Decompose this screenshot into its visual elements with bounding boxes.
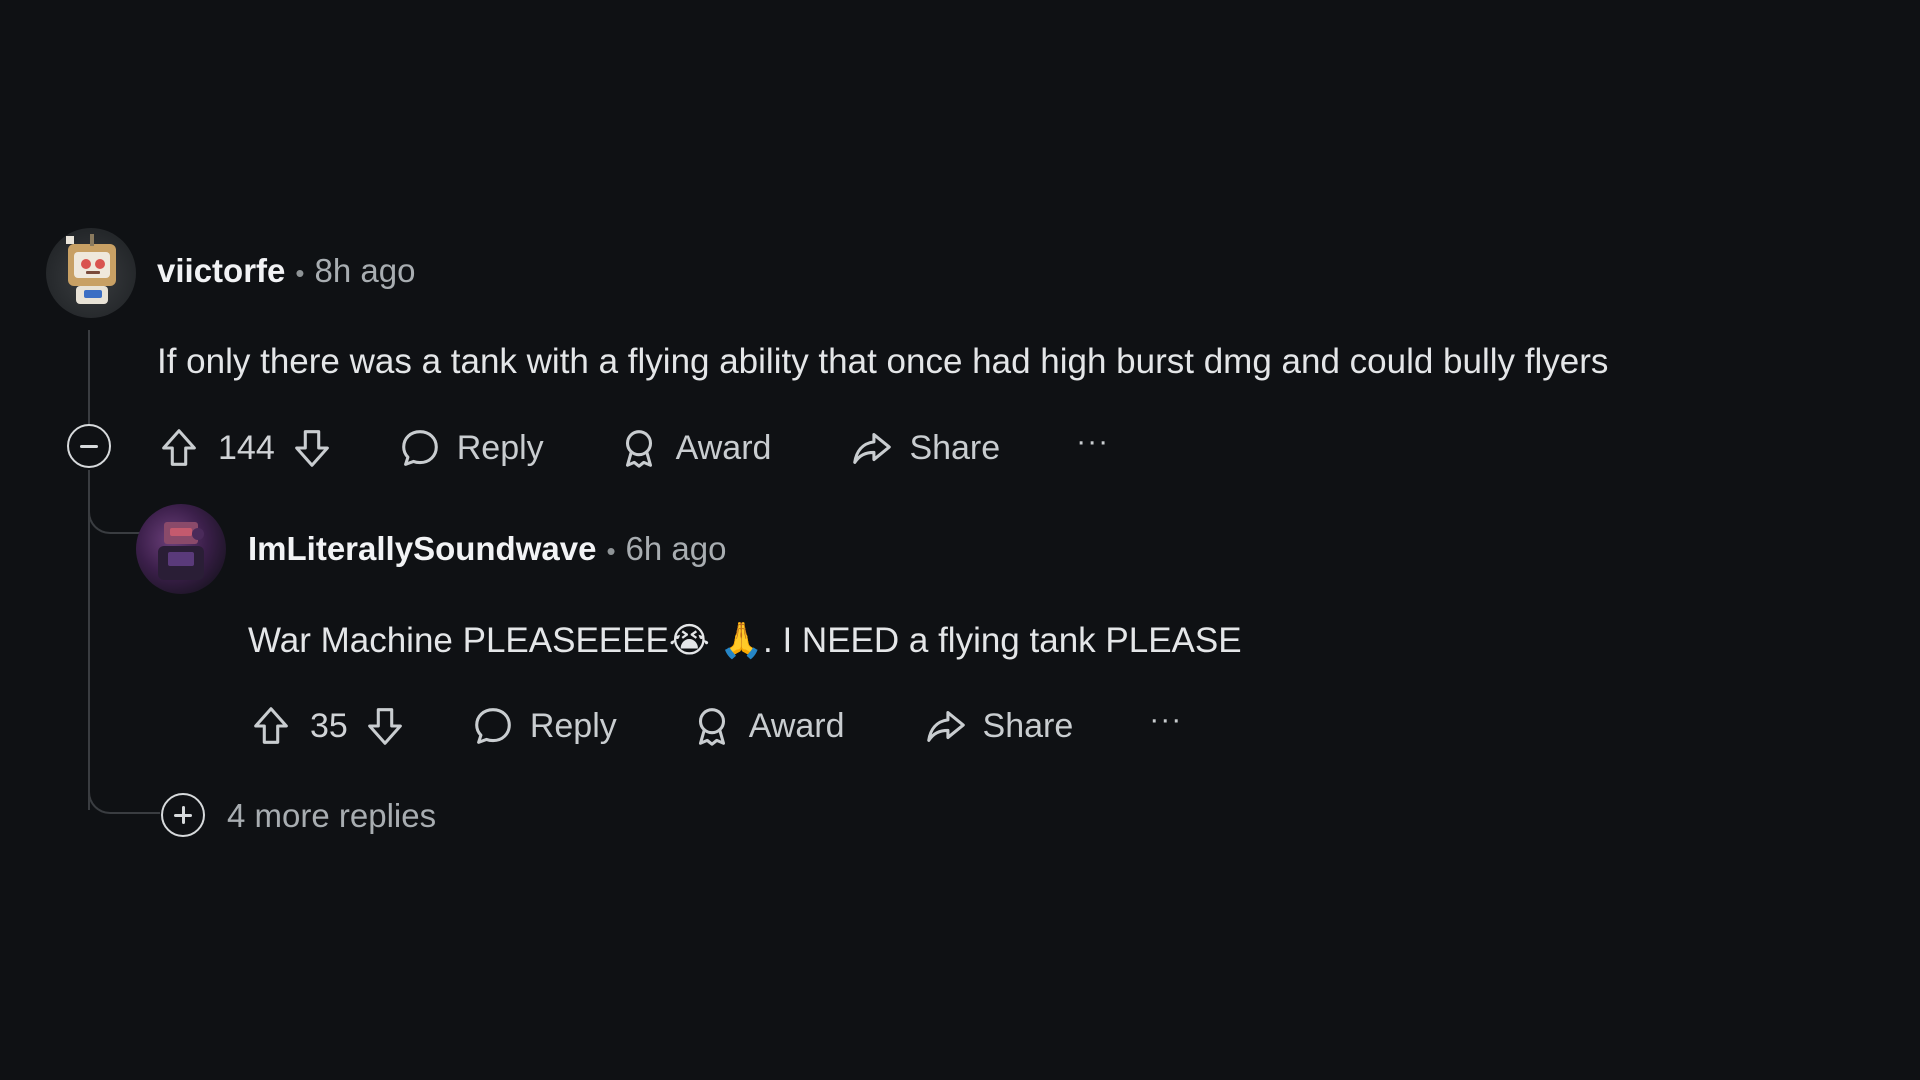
speech-bubble-icon	[475, 708, 511, 744]
reply-button[interactable]: Reply	[470, 703, 617, 749]
minus-icon	[80, 444, 98, 448]
reply-button[interactable]: Reply	[397, 425, 544, 471]
more-options-button[interactable]: ···	[1149, 705, 1182, 735]
share-arrow-icon	[926, 711, 965, 742]
speech-bubble-icon	[401, 430, 438, 466]
comment-body: If only there was a tank with a flying a…	[157, 342, 1609, 381]
reply-header: ImLiterallySoundwave • 6h ago	[248, 530, 726, 568]
share-button[interactable]: Share	[923, 703, 1074, 749]
separator-dot: •	[295, 258, 305, 288]
comment-thread: viictorfe • 8h ago If only there was a t…	[0, 0, 1920, 1080]
award-label: Award	[675, 428, 772, 467]
robot-avatar-icon	[66, 234, 116, 304]
avatar[interactable]	[136, 504, 226, 594]
plus-icon-vertical	[181, 806, 185, 824]
downvote-button[interactable]	[362, 703, 408, 749]
reply-label: Reply	[456, 428, 544, 467]
thread-line	[88, 330, 90, 426]
downvote-button[interactable]	[289, 425, 335, 471]
username[interactable]: ImLiterallySoundwave	[248, 530, 596, 568]
downvote-arrow-icon	[294, 430, 329, 467]
more-replies-connector	[88, 760, 160, 814]
soundwave-avatar-icon	[158, 522, 204, 580]
share-arrow-icon	[853, 433, 892, 464]
award-icon	[698, 708, 725, 746]
award-icon	[625, 430, 652, 468]
upvote-arrow-icon	[162, 429, 196, 466]
avatar[interactable]	[46, 228, 136, 318]
comment-header: viictorfe • 8h ago	[157, 252, 415, 290]
more-replies-link[interactable]: 4 more replies	[227, 797, 436, 835]
upvote-button[interactable]	[156, 425, 202, 471]
upvote-arrow-icon	[254, 707, 288, 744]
vote-count: 144	[218, 428, 275, 467]
share-label: Share	[909, 428, 1001, 467]
reply-connector	[88, 480, 140, 534]
reply-label: Reply	[529, 706, 617, 745]
vote-count: 35	[310, 706, 348, 745]
username[interactable]: viictorfe	[157, 252, 285, 290]
share-button[interactable]: Share	[849, 425, 1000, 471]
comment-actions: 144 Reply Award Share ···	[156, 420, 1109, 476]
award-button[interactable]: Award	[616, 425, 772, 471]
share-label: Share	[982, 706, 1074, 745]
more-options-button[interactable]: ···	[1076, 427, 1109, 457]
collapse-thread-button[interactable]	[67, 424, 111, 468]
reply-body: War Machine PLEASEEEE😭 🙏. I NEED a flyin…	[248, 621, 1242, 660]
downvote-arrow-icon	[367, 708, 402, 745]
upvote-button[interactable]	[248, 703, 294, 749]
timestamp[interactable]: 8h ago	[314, 252, 415, 290]
separator-dot: •	[606, 536, 616, 566]
award-label: Award	[748, 706, 845, 745]
reply-actions: 35 Reply Award Share ···	[248, 698, 1182, 754]
award-button[interactable]: Award	[689, 703, 845, 749]
expand-replies-button[interactable]	[161, 793, 205, 837]
timestamp[interactable]: 6h ago	[626, 530, 727, 568]
